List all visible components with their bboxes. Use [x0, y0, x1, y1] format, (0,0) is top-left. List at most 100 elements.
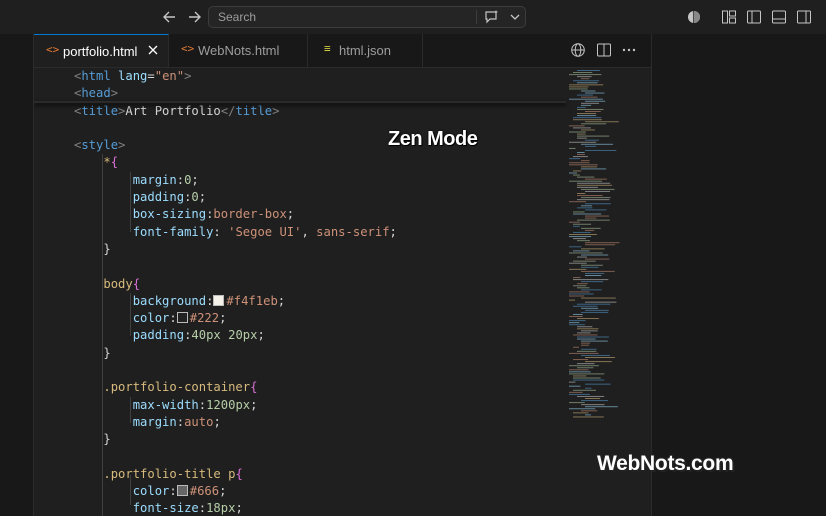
- minimap-line: [577, 332, 591, 334]
- minimap-line: [569, 252, 603, 254]
- minimap-line: [573, 231, 591, 233]
- minimap-line: [577, 350, 597, 352]
- toggle-primary-sidebar-icon[interactable]: [746, 9, 762, 25]
- code-line: padding:0;: [132, 190, 207, 205]
- code-editor[interactable]: <html lang="en"> <head> <title>Art Portf…: [34, 68, 651, 516]
- search-divider: [476, 10, 477, 24]
- minimap-line: [577, 287, 590, 289]
- code-line: margin:auto;: [132, 414, 221, 429]
- sticky-scroll-shadow: [34, 101, 566, 103]
- minimap-line: [585, 414, 592, 416]
- toggle-secondary-sidebar-icon[interactable]: [796, 9, 812, 25]
- minimap-line: [569, 164, 598, 166]
- code-line: margin:0;: [132, 172, 199, 187]
- minimap-line: [573, 170, 582, 172]
- search-placeholder: Search: [218, 10, 257, 24]
- color-swatch[interactable]: [176, 485, 188, 497]
- minimap-line: [569, 98, 603, 100]
- minimap-line: [585, 217, 597, 219]
- minimap-line: [573, 211, 585, 213]
- minimap-line: [585, 178, 607, 180]
- arrow-right-icon[interactable]: [184, 7, 204, 27]
- color-swatch[interactable]: [176, 312, 188, 324]
- minimap-line: [585, 92, 605, 94]
- minimap-line: [569, 393, 590, 395]
- minimap-line: [569, 131, 586, 133]
- code-line: padding:40px 20px;: [132, 328, 265, 343]
- tab-portfolio-html[interactable]: <> portfolio.html: [34, 34, 169, 67]
- code-line: body{: [103, 276, 141, 291]
- color-swatch[interactable]: [213, 294, 225, 306]
- minimap-line: [577, 113, 597, 115]
- minimap-line: [577, 240, 590, 242]
- minimap-line: [581, 248, 605, 250]
- tab-html-json[interactable]: ≡ html.json: [308, 34, 423, 67]
- minimap-line: [581, 205, 593, 207]
- minimap-line: [573, 119, 602, 121]
- minimap-line: [573, 334, 598, 336]
- minimap-line: [577, 328, 599, 330]
- minimap-line: [577, 207, 593, 209]
- arrow-left-icon[interactable]: [160, 7, 180, 27]
- command-center-search[interactable]: Search: [208, 6, 526, 28]
- minimap-line: [585, 242, 620, 244]
- vertical-scrollbar[interactable]: [638, 68, 650, 516]
- accounts-icon[interactable]: [686, 9, 702, 25]
- minimap-line: [577, 363, 595, 365]
- code-line: }: [103, 241, 111, 256]
- minimap-line: [569, 391, 583, 393]
- json-file-icon: ≡: [324, 42, 331, 55]
- minimap-line: [577, 135, 610, 137]
- minimap-line: [573, 313, 583, 315]
- minimap-line: [577, 199, 610, 201]
- minimap-line: [581, 166, 598, 168]
- preview-globe-icon[interactable]: [570, 42, 586, 58]
- minimap-line: [585, 357, 615, 358]
- minimap-line: [573, 305, 598, 307]
- code-line: <title>Art Portfolio</title>: [74, 103, 280, 118]
- code-line: box-sizing:border-box;: [132, 207, 295, 222]
- minimap-line: [577, 338, 596, 340]
- minimap-line: [581, 404, 605, 406]
- minimap-line: [585, 258, 610, 260]
- customize-layout-icon[interactable]: [721, 9, 737, 25]
- minimap-line: [581, 143, 614, 145]
- tab-webnots-html[interactable]: <> WebNots.html: [169, 34, 308, 67]
- code-line: <head>: [74, 86, 119, 101]
- minimap-line: [577, 193, 586, 194]
- minimap-line: [573, 223, 592, 225]
- html-file-icon: <>: [46, 43, 60, 56]
- minimap-line: [585, 229, 595, 231]
- minimap-line: [569, 385, 581, 387]
- editor-tab-bar: <> portfolio.html <> WebNots.html ≡ html…: [34, 34, 651, 68]
- minimap[interactable]: [567, 68, 637, 516]
- minimap-line: [581, 254, 609, 256]
- minimap-line: [577, 336, 609, 338]
- minimap-line: [577, 219, 610, 221]
- minimap-line: [585, 244, 616, 246]
- minimap-line: [581, 297, 616, 299]
- chat-sparkle-icon[interactable]: [484, 9, 500, 25]
- minimap-line: [569, 373, 605, 375]
- close-icon[interactable]: [146, 43, 160, 57]
- code-line: *{: [103, 155, 119, 170]
- toggle-panel-icon[interactable]: [771, 9, 787, 25]
- tab-label: portfolio.html: [63, 44, 138, 59]
- tab-label: WebNots.html: [198, 43, 280, 58]
- minimap-line: [569, 147, 576, 149]
- split-editor-icon[interactable]: [596, 42, 612, 58]
- chevron-down-icon[interactable]: [509, 10, 521, 24]
- more-actions-icon[interactable]: [621, 42, 637, 58]
- minimap-line: [581, 123, 607, 125]
- code-line: color: #666;: [132, 484, 227, 499]
- minimap-line: [573, 277, 581, 279]
- minimap-line: [577, 186, 598, 188]
- minimap-line: [569, 172, 578, 174]
- left-gutter: [0, 34, 34, 516]
- code-line: color: #222;: [132, 311, 227, 326]
- minimap-line: [569, 86, 589, 88]
- minimap-line: [585, 111, 601, 112]
- minimap-line: [585, 361, 612, 363]
